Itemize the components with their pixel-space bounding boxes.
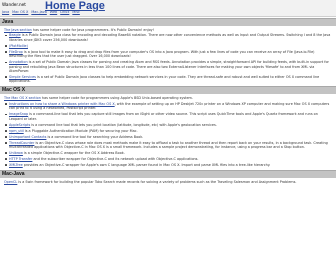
nav-item-java[interactable]: Java	[2, 9, 9, 15]
nav-item-macosx[interactable]: Mac OS X	[12, 9, 28, 15]
nav-item-linux[interactable]: Linux	[60, 9, 69, 15]
list-item: (PlotMollie)	[4, 44, 332, 48]
section-macosx: Mac OS X The Mac OS X section has some h…	[0, 86, 336, 170]
item-text: is a Public Domain Java class for encodi…	[9, 33, 331, 42]
section-java: Java The Java section has some helper co…	[0, 18, 336, 86]
list-item: npm_util is a Pluggable Authentication M…	[4, 129, 332, 133]
section-intro-text: is a Swin framework for building the pop…	[17, 180, 297, 185]
item-text: is a Pluggable Authentication Module (PA…	[23, 128, 138, 133]
item-text: is a command-line tool that lets you cap…	[9, 112, 318, 121]
section-title: Mac OS X	[0, 86, 336, 95]
section-intro: OpenCL is a Swin framework for building …	[0, 178, 336, 185]
item-list: Beagle is a Public Domain Java class for…	[0, 33, 336, 86]
section-title: Mac-Java	[0, 170, 336, 179]
list-item: HTTP Transfer and the subscriber wrapper…	[4, 157, 332, 161]
item-text: is an Objective-C class whose role does …	[9, 140, 328, 150]
item-link[interactable]: Unimportant Contacts	[9, 135, 46, 139]
section-intro-link[interactable]: The Java section	[4, 28, 32, 32]
item-link[interactable]: ThreadCounter	[9, 141, 34, 145]
section-title: Java	[0, 18, 336, 26]
item-text: is a simple Objective-C wrapper for the …	[22, 151, 125, 156]
item-link[interactable]: AppleScripts	[9, 123, 30, 127]
section-macjava: Mac-Java OpenCL is a Swin framework for …	[0, 170, 336, 185]
item-list: Instructions on how to share a Windows p…	[0, 102, 336, 170]
list-item: ImageSnap is a command-line tool that le…	[4, 112, 332, 121]
item-link[interactable]: npm_util	[9, 129, 24, 133]
section-intro: The Mac OS X section has some helper cod…	[0, 94, 336, 101]
item-link[interactable]: HTTP Transfer	[9, 157, 32, 161]
list-item: Simple Services is a set of Public Domai…	[4, 75, 332, 84]
list-item: Unimportant Contacts is a command line t…	[4, 135, 332, 139]
section-intro-link[interactable]: OpenCL	[4, 180, 17, 184]
item-link[interactable]: FileDrop	[9, 50, 23, 54]
item-text: and the subscriber wrapper for Objective…	[32, 157, 199, 162]
item-text: is a command line tool that lets you pri…	[30, 122, 217, 127]
item-link[interactable]: XMLTree	[9, 163, 23, 167]
item-link[interactable]: Annotation	[9, 60, 28, 64]
list-item: FileDrop is a Java tool to make it easy …	[4, 50, 332, 59]
nav-item-macjava[interactable]: Mac-Java	[31, 9, 46, 15]
item-link[interactable]: Instructions on how to share a Windows p…	[9, 102, 115, 106]
list-item: ThreadCounter is an Objective-C class wh…	[4, 141, 332, 150]
site-header: Wander.net Home Page Java Mac OS X Mac-J…	[0, 0, 336, 17]
section-intro-text: has some helper code for programmers usi…	[40, 96, 193, 101]
item-link[interactable]: (PlotMollie)	[9, 44, 28, 48]
item-text: provides an Objective-C wrapper for Appl…	[22, 163, 271, 168]
item-text: is a command line tool for searching you…	[46, 134, 144, 139]
section-intro-text: has some helper code for Java programmer…	[31, 28, 155, 32]
item-link[interactable]: Simple Services	[9, 75, 36, 79]
nav-item-web[interactable]: Web	[50, 9, 57, 15]
list-item: Unibrow is a simple Objective-C wrapper …	[4, 151, 332, 155]
item-text: is a Java tool to make it easy to drag a…	[9, 49, 315, 59]
list-item: XMLTree provides an Objective-C wrapper …	[4, 163, 332, 167]
main-content: Java The Java section has some helper co…	[0, 18, 336, 280]
list-item: Beagle is a Public Domain Java class for…	[4, 33, 332, 42]
list-item: Annotation is a set of Public Domain Jav…	[4, 60, 332, 73]
list-item: Instructions on how to share a Windows p…	[4, 102, 332, 111]
section-intro: The Java section has some helper code fo…	[0, 26, 336, 33]
item-link[interactable]: Beagle	[9, 33, 21, 37]
site-logo[interactable]: Wander.net	[2, 2, 26, 7]
item-link[interactable]: Unibrow	[9, 151, 23, 155]
item-text: is a set of Public Domain Java classes f…	[9, 60, 329, 74]
item-link[interactable]: ImageSnap	[9, 112, 28, 116]
top-nav: Java Mac OS X Mac-Java Web Linux Misc	[2, 9, 80, 15]
nav-item-misc[interactable]: Misc	[72, 9, 80, 15]
list-item: AppleScripts is a command line tool that…	[4, 123, 332, 127]
section-intro-link[interactable]: The Mac OS X section	[4, 96, 41, 100]
item-text: is a set of Public Domain Java classes t…	[9, 75, 320, 84]
